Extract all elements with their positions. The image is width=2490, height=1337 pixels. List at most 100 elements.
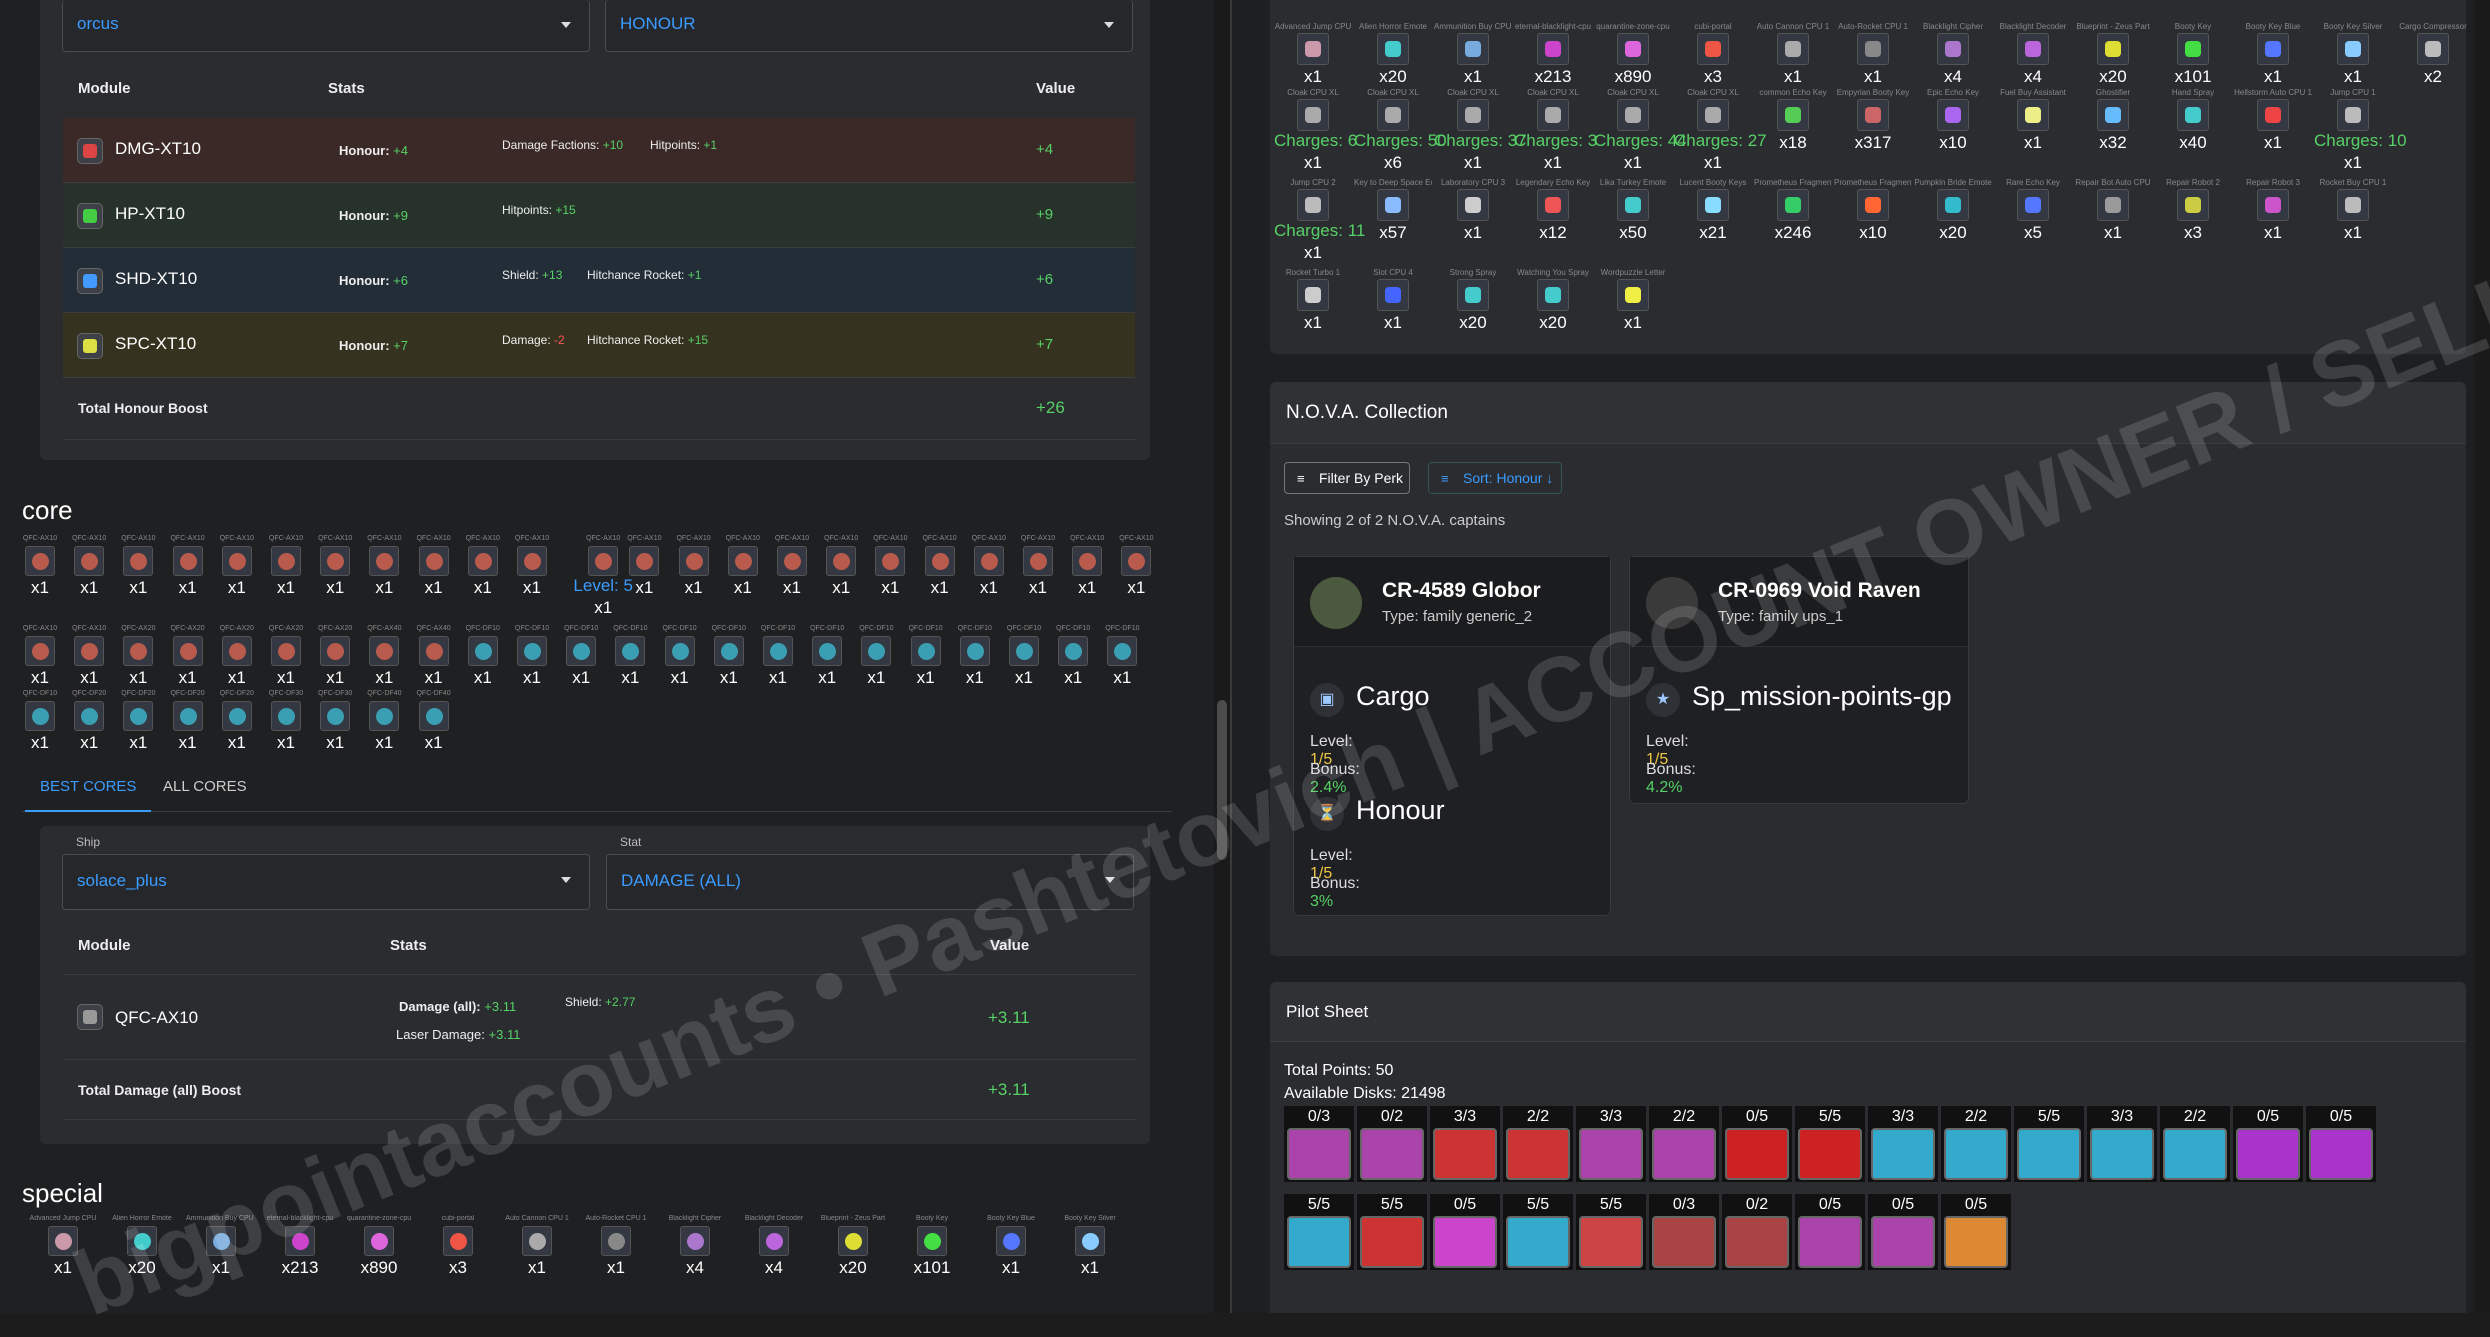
core-slot[interactable]: QFC-AX10 x1 (918, 535, 962, 598)
filter-by-perk-button[interactable]: ≡ Filter By Perk (1284, 462, 1410, 494)
special-slot[interactable]: Slot CPU 4 x1 (1354, 268, 1432, 333)
skill-disk[interactable]: 0/5 (1868, 1194, 1938, 1270)
skill-disk[interactable]: 0/5 (1722, 1106, 1792, 1182)
core-slot[interactable]: QFC-AX10 x1 (672, 535, 716, 598)
special-slot[interactable]: Cloak CPU XL Charges: 6 x1 (1274, 88, 1357, 173)
special-slot[interactable]: Hand Spray x40 (2154, 88, 2232, 153)
special-slot[interactable]: Booty Key x101 (897, 1215, 967, 1278)
core-slot[interactable]: QFC-AX10 x1 (721, 535, 765, 598)
core-slot[interactable]: QFC-AX10 x1 (868, 535, 912, 598)
core-ship-select[interactable]: Ship solace_plus (62, 835, 590, 910)
table-row[interactable]: SPC-XT10 Honour: +7 Damage: -2 Hitchance Ro… (63, 313, 1135, 378)
special-slot[interactable]: Ammunition Buy CPU 1 x1 (1434, 22, 1512, 87)
core-slot[interactable]: QFC-DF20 x1 (166, 690, 210, 753)
special-slot[interactable]: Repair Bot Auto CPU x1 (2074, 178, 2152, 243)
special-slot[interactable]: Booty Key x101 (2154, 22, 2232, 87)
special-slot[interactable]: Cloak CPU XL Charges: 44 x1 (1594, 88, 1687, 173)
right-scrollbar[interactable] (2474, 0, 2490, 1313)
skill-disk[interactable]: 0/5 (2233, 1106, 2303, 1182)
skill-disk[interactable]: 5/5 (1503, 1194, 1573, 1270)
sort-button[interactable]: ≡ Sort: Honour ↓ (1428, 462, 1562, 494)
special-slot[interactable]: Jump CPU 2 Charges: 11 x1 (1274, 178, 1365, 263)
special-slot[interactable]: Cloak CPU XL Charges: 3 x1 (1514, 88, 1597, 173)
core-slot[interactable]: QFC-DF10 x1 (805, 625, 849, 688)
core-slot[interactable]: QFC-DF10 x1 (904, 625, 948, 688)
skill-disk[interactable]: 5/5 (1795, 1106, 1865, 1182)
special-slot[interactable]: Blueprint - Zeus Part x20 (2074, 22, 2152, 87)
special-slot[interactable]: common Echo Key x18 (1754, 88, 1832, 153)
special-slot[interactable]: Auto Cannon CPU 1 x1 (502, 1215, 572, 1278)
special-slot[interactable]: Legendary Echo Key x12 (1514, 178, 1592, 243)
skill-disk[interactable]: 3/3 (1430, 1106, 1500, 1182)
table-row[interactable]: DMG-XT10 Honour: +4 Damage Factions: +10 Hi… (63, 118, 1135, 183)
skill-disk[interactable]: 0/2 (1722, 1194, 1792, 1270)
special-slot[interactable]: Fuel Buy Assistant x1 (1994, 88, 2072, 153)
special-slot[interactable]: Key to Deep Space Echoes x57 (1354, 178, 1432, 243)
core-slot[interactable]: QFC-AX20 x1 (166, 625, 210, 688)
special-slot[interactable]: Lika Turkey Emote x50 (1594, 178, 1672, 243)
special-slot[interactable]: Prometheus Fragment x10 (1834, 178, 1912, 243)
skill-disk[interactable]: 0/3 (1649, 1194, 1719, 1270)
core-slot[interactable]: QFC-DF10 x1 (854, 625, 898, 688)
core-slot[interactable]: QFC-DF10 x1 (707, 625, 751, 688)
core-slot[interactable]: QFC-AX10 x1 (362, 535, 406, 598)
special-slot[interactable]: Rocket Turbo 1 x1 (1274, 268, 1352, 333)
special-slot[interactable]: Wordpuzzle Letter x1 (1594, 268, 1672, 333)
special-slot[interactable]: Blueprint - Zeus Part x20 (818, 1215, 888, 1278)
special-slot[interactable]: cubi-portal x3 (423, 1215, 493, 1278)
special-slot[interactable]: Pumpkin Bride Emote x20 (1914, 178, 1992, 243)
core-slot[interactable]: QFC-DF20 x1 (67, 690, 111, 753)
special-slot[interactable]: quarantine-zone-cpu x890 (1594, 22, 1672, 87)
core-slot[interactable]: QFC-AX40 x1 (412, 625, 456, 688)
core-slot[interactable]: QFC-DF10 x1 (18, 690, 62, 753)
special-slot[interactable]: Booty Key Silver x1 (2314, 22, 2392, 87)
core-slot[interactable]: QFC-AX10 x1 (18, 535, 62, 598)
core-slot[interactable]: QFC-DF10 x1 (1002, 625, 1046, 688)
core-slot[interactable]: QFC-AX20 x1 (215, 625, 259, 688)
special-slot[interactable]: cubi-portal x3 (1674, 22, 1752, 87)
special-slot[interactable]: Advanced Jump CPU x1 (1274, 22, 1352, 87)
skill-disk[interactable]: 2/2 (1503, 1106, 1573, 1182)
core-slot[interactable]: QFC-AX10 x1 (622, 535, 666, 598)
skill-disk[interactable]: 0/2 (1357, 1106, 1427, 1182)
special-slot[interactable]: Blacklight Cipher x4 (660, 1215, 730, 1278)
skill-disk[interactable]: 2/2 (1941, 1106, 2011, 1182)
table-row[interactable]: SHD-XT10 Honour: +6 Shield: +13 Hitchance R… (63, 248, 1135, 313)
special-slot[interactable]: Blacklight Cipher x4 (1914, 22, 1992, 87)
core-slot[interactable]: QFC-DF10 x1 (608, 625, 652, 688)
skill-disk[interactable]: 5/5 (1357, 1194, 1427, 1270)
core-slot[interactable]: QFC-AX10 x1 (819, 535, 863, 598)
core-slot[interactable]: QFC-DF10 x1 (559, 625, 603, 688)
core-slot[interactable]: QFC-AX10 x1 (116, 535, 160, 598)
skill-disk[interactable]: 0/5 (1430, 1194, 1500, 1270)
special-slot[interactable]: Auto-Rocket CPU 1 x1 (1834, 22, 1912, 87)
core-slot[interactable]: QFC-AX10 x1 (412, 535, 456, 598)
skill-disk[interactable]: 3/3 (1868, 1106, 1938, 1182)
core-slot[interactable]: QFC-AX10 x1 (67, 625, 111, 688)
core-slot[interactable]: QFC-AX10 x1 (1114, 535, 1158, 598)
core-slot[interactable]: QFC-AX40 x1 (362, 625, 406, 688)
special-slot[interactable]: Booty Key Blue x1 (2234, 22, 2312, 87)
core-slot[interactable]: QFC-AX20 x1 (116, 625, 160, 688)
skill-disk[interactable]: 0/5 (1795, 1194, 1865, 1270)
core-slot[interactable]: QFC-AX10 x1 (166, 535, 210, 598)
core-slot[interactable]: QFC-DF10 x1 (461, 625, 505, 688)
core-slot[interactable]: QFC-AX10 x1 (461, 535, 505, 598)
core-slot[interactable]: QFC-AX10 x1 (1065, 535, 1109, 598)
special-slot[interactable]: Rocket Buy CPU 1 x1 (2314, 178, 2392, 243)
special-slot[interactable]: Rare Echo Key x5 (1994, 178, 2072, 243)
special-slot[interactable]: Blacklight Decoder x4 (1994, 22, 2072, 87)
skill-disk[interactable]: 5/5 (2014, 1106, 2084, 1182)
ship-select[interactable]: orcus (62, 0, 590, 52)
core-slot[interactable]: QFC-DF20 x1 (215, 690, 259, 753)
skill-disk[interactable]: 0/3 (1284, 1106, 1354, 1182)
special-slot[interactable]: Cloak CPU XL Charges: 50 x6 (1354, 88, 1447, 173)
special-slot[interactable]: Auto Cannon CPU 1 x1 (1754, 22, 1832, 87)
skill-disk[interactable]: 2/2 (1649, 1106, 1719, 1182)
special-slot[interactable]: Auto-Rocket CPU 1 x1 (581, 1215, 651, 1278)
core-slot[interactable]: QFC-DF30 x1 (264, 690, 308, 753)
core-slot[interactable]: QFC-DF10 x1 (1100, 625, 1144, 688)
special-slot[interactable]: Cloak CPU XL Charges: 27 x1 (1674, 88, 1767, 173)
special-slot[interactable]: Repair Robot 2 x3 (2154, 178, 2232, 243)
core-slot[interactable]: QFC-DF20 x1 (116, 690, 160, 753)
